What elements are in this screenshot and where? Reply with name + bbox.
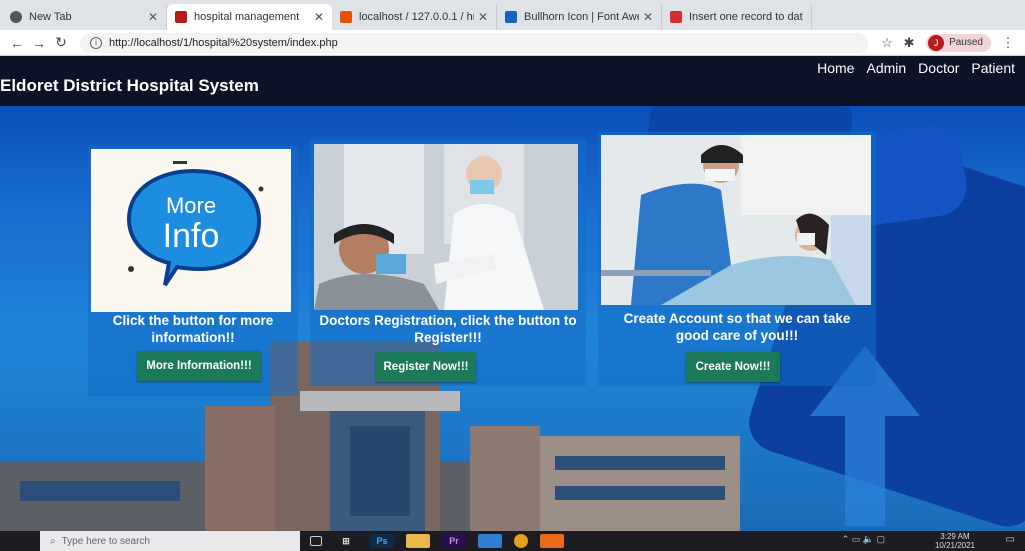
youtube-icon <box>670 11 682 23</box>
star-icon[interactable]: ☆ <box>876 35 898 51</box>
more-info-card: More Info Click the button for more info… <box>88 146 298 396</box>
task-view-icon[interactable] <box>310 536 322 546</box>
close-icon[interactable]: ✕ <box>643 10 653 24</box>
nav-doctor-link[interactable]: Doctor <box>918 60 959 76</box>
photoshop-icon[interactable]: Ps <box>370 534 394 548</box>
search-placeholder: Type here to search <box>61 535 150 547</box>
profile-status: Paused <box>949 37 983 48</box>
close-icon[interactable]: ✕ <box>148 10 158 24</box>
nav-menu: Home Admin Doctor Patient <box>817 60 1015 76</box>
doctor-vaccination-photo <box>314 144 578 310</box>
more-info-image-text: More Info <box>162 193 220 255</box>
tab-title: Bullhorn Icon | Font Awesome <box>524 11 639 23</box>
hospital-building-image <box>0 341 740 531</box>
browser-tab-bar: New Tab ✕ hospital management ✕ localhos… <box>0 0 1025 30</box>
profile-button[interactable]: J Paused <box>926 33 991 52</box>
site-favicon-icon <box>175 11 187 23</box>
more-info-image: More Info <box>91 149 291 312</box>
more-information-button[interactable]: More Information!!! <box>137 351 261 381</box>
back-arrow-icon[interactable]: ← <box>6 35 28 51</box>
extensions-icon[interactable]: ✱ <box>898 35 920 51</box>
tab-title: Insert one record to databa... <box>689 11 803 23</box>
site-brand[interactable]: Eldoret District Hospital System <box>0 76 259 96</box>
tray-icons[interactable]: ⌃ ▭ 🔈 ▢ <box>842 534 885 545</box>
doctor-registration-card: Doctors Registration, click the button t… <box>310 140 586 386</box>
nav-admin-link[interactable]: Admin <box>866 60 906 76</box>
info-icon[interactable]: i <box>90 36 102 49</box>
xampp-icon[interactable] <box>540 534 564 548</box>
card-caption: Doctors Registration, click the button t… <box>319 313 577 345</box>
notification-icon[interactable]: ▭ <box>1006 534 1015 545</box>
url-text: http://localhost/1/hospital%20system/ind… <box>109 36 338 49</box>
task-switcher-icon[interactable]: ⊞ <box>334 534 358 548</box>
search-icon: ⌕ <box>50 535 56 547</box>
browser-toolbar: ← → ↻ i http://localhost/1/hospital%20sy… <box>0 30 1025 56</box>
menu-dots-icon[interactable]: ⋮ <box>997 35 1019 51</box>
create-account-card: Create Account so that we can take good … <box>598 132 876 386</box>
nav-home-link[interactable]: Home <box>817 60 854 76</box>
chrome-taskbar-icon[interactable] <box>514 534 528 548</box>
create-now-button[interactable]: Create Now!!! <box>686 352 780 382</box>
tab-new-tab[interactable]: New Tab ✕ <box>2 4 167 30</box>
patient-care-photo <box>601 135 871 305</box>
reload-icon[interactable]: ↻ <box>50 34 72 51</box>
premiere-icon[interactable]: Pr <box>442 534 466 548</box>
os-taskbar: ⌕ Type here to search ⊞ Ps Pr 3:29 AM 10… <box>0 531 1025 551</box>
system-clock[interactable]: 3:29 AM 10/21/2021 <box>935 532 975 550</box>
tab-phpmyadmin[interactable]: localhost / 127.0.0.1 / hms / ... ✕ <box>332 4 497 30</box>
tab-title: New Tab <box>29 11 72 23</box>
card-caption: Create Account so that we can take good … <box>623 311 851 343</box>
tab-hospital-management[interactable]: hospital management ✕ <box>167 4 332 30</box>
font-awesome-icon <box>505 11 517 23</box>
tab-title: localhost / 127.0.0.1 / hms / ... <box>359 11 474 23</box>
phpmyadmin-icon <box>340 11 352 23</box>
close-icon[interactable]: ✕ <box>314 10 324 24</box>
card-caption: Click the button for more information!! <box>112 313 274 345</box>
tab-title: hospital management <box>194 11 300 23</box>
address-bar[interactable]: i http://localhost/1/hospital%20system/i… <box>80 32 869 53</box>
hero-section: More Info Click the button for more info… <box>0 106 1025 531</box>
nav-patient-link[interactable]: Patient <box>971 60 1015 76</box>
file-explorer-icon[interactable] <box>406 534 430 548</box>
site-navbar: Eldoret District Hospital System Home Ad… <box>0 56 1025 106</box>
chrome-icon <box>10 11 22 23</box>
tab-font-awesome[interactable]: Bullhorn Icon | Font Awesome ✕ <box>497 4 662 30</box>
register-now-button[interactable]: Register Now!!! <box>376 352 476 382</box>
close-icon[interactable]: ✕ <box>478 10 488 24</box>
taskbar-search-input[interactable]: ⌕ Type here to search <box>40 531 300 551</box>
forward-arrow-icon[interactable]: → <box>28 35 50 51</box>
avatar: J <box>928 34 945 51</box>
photos-icon[interactable] <box>478 534 502 548</box>
tab-insert-record[interactable]: Insert one record to databa... <box>662 4 812 30</box>
